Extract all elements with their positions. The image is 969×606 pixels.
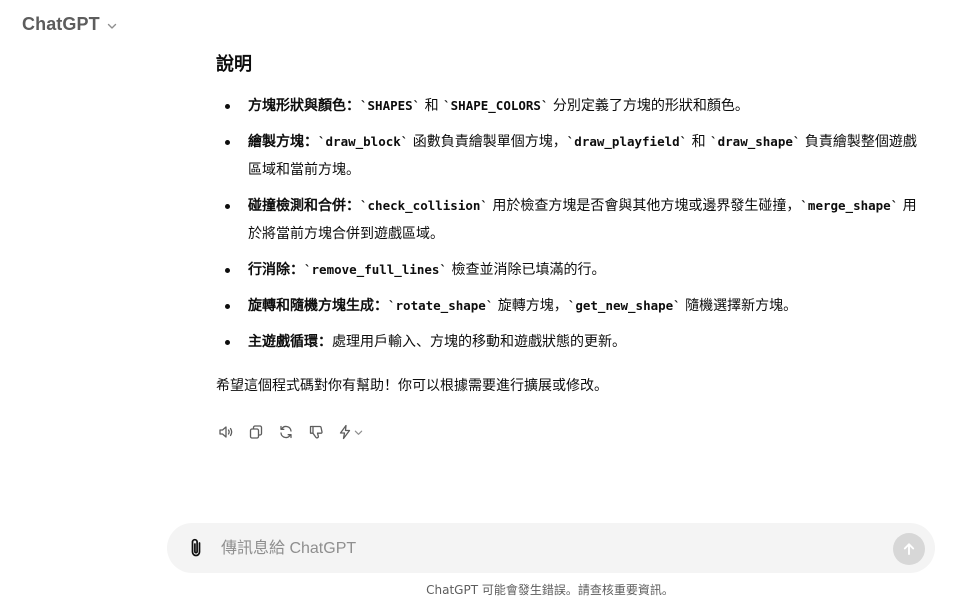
list-item-label: 繪製方塊： [248,134,318,150]
inline-code: `draw_playfield` [566,134,688,149]
list-item-text: 旋轉方塊， [493,298,568,314]
list-item: 主遊戲循環：處理用戶輸入、方塊的移動和遊戲狀態的更新。 [215,328,930,356]
list-item-label: 旋轉和隨機方塊生成： [248,298,388,314]
chevron-down-icon [354,430,363,435]
list-item-label: 方塊形狀與顏色： [248,98,360,114]
inline-code: `rotate_shape` [388,298,494,313]
send-button[interactable] [893,533,925,565]
list-item: 行消除：`remove_full_lines` 檢查並消除已填滿的行。 [215,256,930,284]
model-selector[interactable]: ChatGPT [22,14,118,35]
message-composer [167,523,935,573]
inline-code: `SHAPES` [360,98,421,113]
assistant-message: 說明 方塊形狀與顏色：`SHAPES` 和 `SHAPE_COLORS` 分別定… [215,52,930,443]
list-item-label: 行消除： [248,262,304,278]
list-item-text: 和 [687,134,711,150]
inline-code: `merge_shape` [800,198,899,213]
list-item-label: 碰撞檢測和合併： [248,198,360,214]
regenerate-button[interactable] [275,421,297,443]
model-switch-button[interactable] [335,421,365,443]
list-item: 旋轉和隨機方塊生成：`rotate_shape` 旋轉方塊，`get_new_s… [215,292,930,320]
attach-button[interactable] [185,536,207,560]
model-label: ChatGPT [22,14,100,34]
copy-icon [249,425,263,439]
list-item-text: 和 [420,98,444,114]
chevron-down-icon [107,23,116,29]
list-item-text: 隨機選擇新方塊。 [680,298,798,314]
read-aloud-button[interactable] [215,421,237,443]
copy-button[interactable] [245,421,267,443]
inline-code: `SHAPE_COLORS` [443,98,549,113]
disclaimer-text: ChatGPT 可能會發生錯誤。請查核重要資訊。 [426,583,674,597]
list-item-text: 用於檢查方塊是否會與其他方塊或邊界發生碰撞， [487,198,801,214]
section-heading: 說明 [216,54,252,75]
list-item: 碰撞檢測和合併：`check_collision` 用於檢查方塊是否會與其他方塊… [215,192,930,248]
paperclip-icon [191,538,201,557]
list-item: 繪製方塊：`draw_block` 函數負責繪製單個方塊，`draw_playf… [215,128,930,184]
thumbs-down-icon [309,425,323,439]
message-actions [215,421,930,443]
thumbs-down-button[interactable] [305,421,327,443]
inline-code: `check_collision` [360,198,488,213]
list-item: 方塊形狀與顏色：`SHAPES` 和 `SHAPE_COLORS` 分別定義了方… [215,92,930,120]
list-item-text: 函數負責繪製單個方塊， [408,134,567,150]
list-item-text: 處理用戶輸入、方塊的移動和遊戲狀態的更新。 [332,334,626,350]
inline-code: `draw_block` [318,134,409,149]
list-item-text: 分別定義了方塊的形狀和顏色。 [548,98,749,114]
message-input[interactable] [219,535,863,563]
speaker-icon [219,426,233,438]
lightning-icon [339,424,351,440]
list-item-label: 主遊戲循環： [248,334,332,350]
refresh-icon [280,425,292,439]
inline-code: `remove_full_lines` [304,262,447,277]
closing-paragraph: 希望這個程式碼對你有幫助！你可以根據需要進行擴展或修改。 [216,378,608,394]
list-item-text: 檢查並消除已填滿的行。 [447,262,606,278]
inline-code: `draw_shape` [710,134,801,149]
arrow-up-icon [903,543,915,555]
inline-code: `get_new_shape` [567,298,681,313]
explanation-list: 方塊形狀與顏色：`SHAPES` 和 `SHAPE_COLORS` 分別定義了方… [215,92,930,356]
